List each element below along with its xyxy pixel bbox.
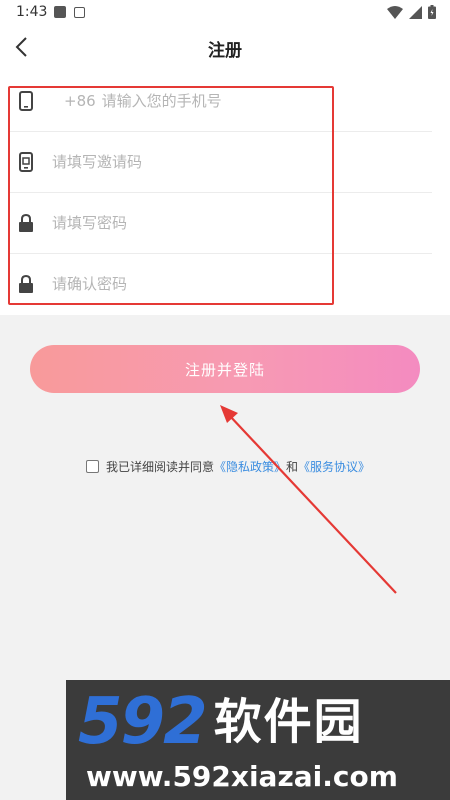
invite-code-icon (16, 151, 36, 172)
nav-bar: 注册 (0, 24, 450, 71)
a-notification-icon (74, 7, 85, 18)
agreement-connector: 和 (286, 460, 299, 474)
agreement-row: 我已详细阅读并同意 《隐私政策》 和 《服务协议》 (86, 458, 370, 475)
watermark-url: www.592xiazai.com (86, 760, 398, 793)
status-icons (387, 5, 436, 19)
lock-icon (16, 274, 36, 294)
notification-square-icon (54, 6, 66, 18)
battery-icon (428, 5, 436, 19)
password-field-row (8, 192, 432, 254)
page-title: 注册 (208, 41, 242, 61)
service-agreement-link[interactable]: 《服务协议》 (298, 458, 370, 475)
status-time: 1:43 (16, 4, 48, 20)
signal-icon (409, 5, 422, 19)
wifi-icon (387, 5, 403, 19)
watermark-brand: 软件园 (213, 694, 364, 750)
register-and-login-button[interactable]: 注册并登陆 (30, 345, 420, 393)
password-input[interactable] (52, 213, 412, 232)
register-form: +86 (0, 70, 450, 315)
phone-field-row: +86 (8, 70, 432, 132)
site-watermark: 592 软件园 www.592xiazai.com (66, 680, 450, 800)
phone-icon (16, 90, 36, 111)
invite-code-field-row (8, 131, 432, 193)
watermark-numbers: 592 (78, 685, 208, 759)
agreement-checkbox[interactable] (86, 460, 99, 473)
phone-input[interactable] (101, 91, 422, 110)
privacy-policy-link[interactable]: 《隐私政策》 (214, 458, 286, 475)
confirm-password-field-row (8, 253, 432, 314)
status-bar: 1:43 (0, 0, 450, 24)
confirm-password-input[interactable] (52, 274, 412, 293)
country-code-prefix: +86 (64, 91, 96, 110)
agreement-text: 我已详细阅读并同意 (106, 460, 215, 474)
lock-icon (16, 213, 36, 233)
invite-code-input[interactable] (52, 152, 412, 171)
watermark-logo: 592 软件园 (78, 685, 364, 759)
